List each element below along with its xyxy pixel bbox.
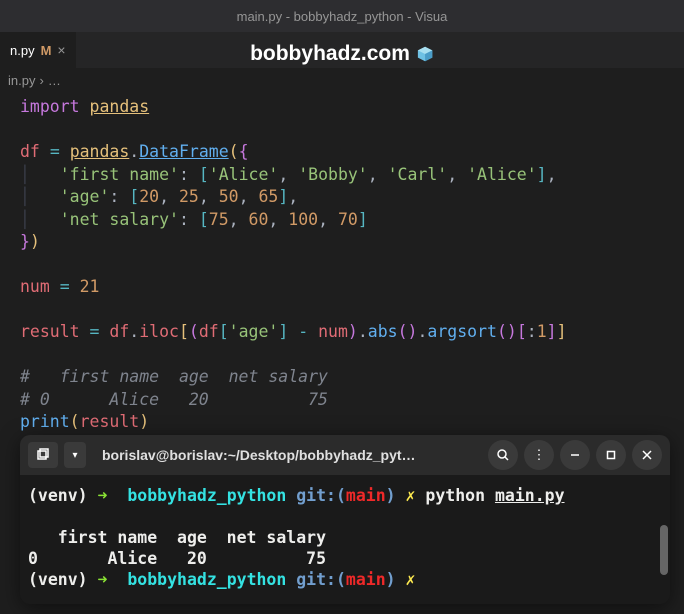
git-branch: main bbox=[346, 486, 386, 505]
comment-line: # first name age net salary bbox=[20, 367, 328, 386]
close-button[interactable] bbox=[632, 440, 662, 470]
watermark-text: bobbyhadz.com bbox=[250, 42, 410, 66]
var-result: result bbox=[20, 322, 80, 341]
menu-button[interactable]: ⋮ bbox=[524, 440, 554, 470]
cube-icon bbox=[416, 45, 434, 63]
module-pandas: pandas bbox=[90, 97, 150, 116]
terminal-title: borislav@borislav:~/Desktop/bobbyhadz_py… bbox=[92, 447, 482, 463]
tab-dropdown-button[interactable]: ▾ bbox=[64, 442, 86, 468]
close-icon[interactable]: × bbox=[57, 42, 65, 58]
prompt-arrow: ➜ bbox=[98, 486, 108, 505]
cmd-file: main.py bbox=[495, 486, 565, 505]
tab-main-py[interactable]: n.py M × bbox=[0, 32, 76, 68]
op-assign: = bbox=[50, 142, 60, 161]
tab-modified-indicator: M bbox=[41, 43, 52, 58]
window-titlebar: main.py - bobbyhadz_python - Visua bbox=[0, 0, 684, 32]
terminal-titlebar: ▾ borislav@borislav:~/Desktop/bobbyhadz_… bbox=[20, 435, 670, 475]
cmd-python: python bbox=[425, 486, 485, 505]
dict-key: 'age' bbox=[60, 187, 110, 206]
ref-pandas: pandas bbox=[70, 142, 130, 161]
output-header: first name age net salary bbox=[28, 528, 326, 547]
keyword-import: import bbox=[20, 97, 80, 116]
breadcrumb-file: in.py bbox=[8, 73, 35, 88]
breadcrumb[interactable]: in.py › … bbox=[0, 68, 684, 92]
breadcrumb-more: … bbox=[48, 73, 61, 88]
code-editor[interactable]: import pandas df = pandas.DataFrame({ │ … bbox=[0, 92, 684, 454]
terminal-scrollbar[interactable] bbox=[660, 525, 668, 575]
tab-filename: n.py bbox=[10, 43, 35, 58]
dict-key: 'first name' bbox=[60, 165, 179, 184]
window-title: main.py - bobbyhadz_python - Visua bbox=[237, 9, 448, 24]
git-dirty-icon: ✗ bbox=[406, 486, 416, 505]
comment-line: # 0 Alice 20 75 bbox=[20, 390, 328, 409]
func-print: print bbox=[20, 412, 70, 431]
dict-key: 'net salary' bbox=[60, 210, 179, 229]
var-num: num bbox=[20, 277, 50, 296]
prompt-dir: bobbyhadz_python bbox=[127, 486, 286, 505]
output-row: 0 Alice 20 75 bbox=[28, 549, 326, 568]
terminal-window: ▾ borislav@borislav:~/Desktop/bobbyhadz_… bbox=[20, 435, 670, 604]
var-df: df bbox=[20, 142, 40, 161]
new-tab-button[interactable] bbox=[28, 442, 58, 468]
func-dataframe: DataFrame bbox=[139, 142, 228, 161]
search-button[interactable] bbox=[488, 440, 518, 470]
breadcrumb-separator: › bbox=[39, 73, 43, 88]
maximize-button[interactable] bbox=[596, 440, 626, 470]
terminal-body[interactable]: (venv) ➜ bobbyhadz_python git:(main) ✗ p… bbox=[20, 475, 670, 604]
minimize-button[interactable] bbox=[560, 440, 590, 470]
watermark: bobbyhadz.com bbox=[250, 42, 434, 66]
